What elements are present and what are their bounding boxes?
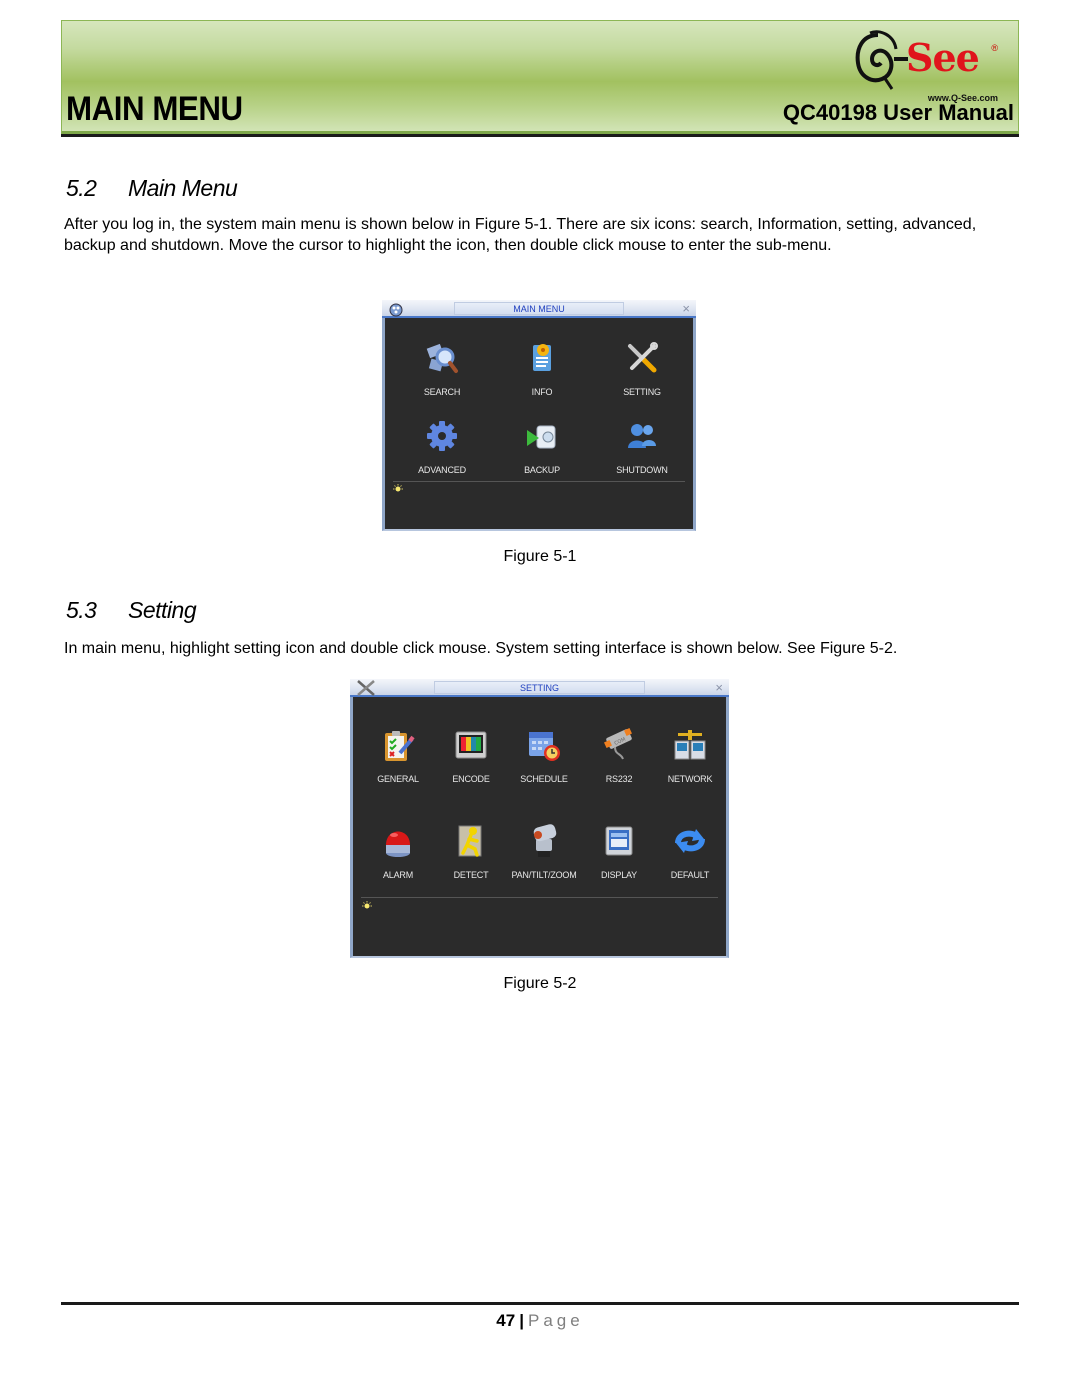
section-title: Setting xyxy=(128,597,197,623)
section-heading-5-2: 5.2 Main Menu xyxy=(66,175,238,202)
menu-item-label: SHUTDOWN xyxy=(616,465,668,475)
setting-item-alarm[interactable]: ALARM xyxy=(358,823,438,880)
section-number: 5.2 xyxy=(66,175,97,201)
film-reel-icon xyxy=(389,303,403,317)
ptz-icon xyxy=(533,824,557,857)
encode-icon xyxy=(455,731,487,759)
section-paragraph: In main menu, highlight setting icon and… xyxy=(64,640,898,657)
setting-item-ptz[interactable]: PAN/TILT/ZOOM xyxy=(504,823,584,880)
header-banner: See ® www.Q-See.com MAIN MENU QC40198 Us… xyxy=(61,20,1019,134)
info-icon xyxy=(533,344,551,371)
tools-icon xyxy=(357,680,375,696)
menu-item-label: ADVANCED xyxy=(418,465,466,475)
setting-item-label: DISPLAY xyxy=(601,870,637,880)
shutdown-icon xyxy=(628,424,656,448)
menu-item-label: SEARCH xyxy=(423,387,461,397)
setting-item-default[interactable]: DEFAULT xyxy=(650,823,730,880)
page-number: 47 xyxy=(496,1311,516,1330)
setting-item-label: RS232 xyxy=(605,774,633,784)
gear-icon xyxy=(427,421,457,451)
setting-item-network[interactable]: NETWORK xyxy=(650,727,730,784)
display-icon xyxy=(605,826,633,856)
setting-item-schedule[interactable]: SCHEDULE xyxy=(504,727,584,784)
setting-window: SETTING × GENERAL ENCODE SCHEDULE COM RS… xyxy=(350,679,729,958)
schedule-icon xyxy=(529,732,560,761)
setting-item-label: GENERAL xyxy=(377,774,419,784)
page-separator: | xyxy=(519,1311,524,1330)
logo-registered: ® xyxy=(991,43,998,53)
footer-rule xyxy=(61,1302,1019,1305)
network-icon xyxy=(674,730,706,760)
section-heading-5-3: 5.3 Setting xyxy=(66,597,197,624)
setting-item-label: PAN/TILT/ZOOM xyxy=(511,870,577,880)
window-title: SETTING xyxy=(434,681,645,694)
figure-caption: Figure 5-1 xyxy=(503,548,577,565)
setting-item-label: SCHEDULE xyxy=(520,774,568,784)
default-icon xyxy=(675,829,705,853)
setting-item-label: DETECT xyxy=(453,870,489,880)
close-icon[interactable]: × xyxy=(682,301,690,316)
window-divider xyxy=(393,481,685,482)
setting-item-detect[interactable]: DETECT xyxy=(431,823,511,880)
q-see-logo: See ® www.Q-See.com xyxy=(850,29,1000,109)
setting-item-label: ALARM xyxy=(382,870,413,880)
backup-icon xyxy=(527,425,556,449)
close-icon[interactable]: × xyxy=(715,680,723,695)
detect-icon xyxy=(458,825,482,857)
figure-caption: Figure 5-2 xyxy=(503,975,577,992)
search-icon xyxy=(426,343,458,373)
setting-item-encode[interactable]: ENCODE xyxy=(431,727,511,784)
setting-item-label: ENCODE xyxy=(452,774,490,784)
rs232-icon: COM xyxy=(604,728,632,760)
window-titlebar: SETTING × xyxy=(350,679,729,697)
lightbulb-icon xyxy=(362,901,372,909)
setting-icon xyxy=(628,342,658,373)
menu-item-label: BACKUP xyxy=(524,465,560,475)
window-divider xyxy=(361,897,718,898)
setting-item-general[interactable]: GENERAL xyxy=(358,727,438,784)
window-title: MAIN MENU xyxy=(454,302,624,315)
setting-item-display[interactable]: DISPLAY xyxy=(579,823,659,880)
menu-item-setting[interactable]: SETTING xyxy=(602,340,682,397)
main-menu-window: MAIN MENU × SEARCH INFO SETTING ADVANCED… xyxy=(382,300,696,531)
menu-item-advanced[interactable]: ADVANCED xyxy=(402,418,482,475)
menu-item-backup[interactable]: BACKUP xyxy=(502,418,582,475)
section-title: Main Menu xyxy=(128,175,238,201)
q-swirl-icon xyxy=(855,30,898,90)
manual-title: QC40198 User Manual xyxy=(782,100,1014,125)
setting-item-label: NETWORK xyxy=(667,774,713,784)
menu-item-label: INFO xyxy=(531,387,553,397)
alarm-icon xyxy=(386,831,410,857)
menu-item-search[interactable]: SEARCH xyxy=(402,340,482,397)
chapter-title: MAIN MENU xyxy=(66,90,243,128)
setting-item-rs232[interactable]: COM RS232 xyxy=(579,727,659,784)
page-footer: 47 | Page xyxy=(0,1311,1080,1331)
lightbulb-icon xyxy=(393,484,403,492)
setting-item-label: DEFAULT xyxy=(670,870,710,880)
menu-item-shutdown[interactable]: SHUTDOWN xyxy=(602,418,682,475)
page-word: Page xyxy=(527,1311,584,1330)
menu-item-info[interactable]: INFO xyxy=(502,340,582,397)
logo-brand: See xyxy=(906,35,980,80)
section-paragraph: After you log in, the system main menu i… xyxy=(64,216,977,254)
window-titlebar: MAIN MENU × xyxy=(382,300,696,318)
section-number: 5.3 xyxy=(66,597,97,623)
header-rule xyxy=(61,134,1019,137)
general-icon xyxy=(385,731,415,761)
menu-item-label: SETTING xyxy=(623,387,661,397)
